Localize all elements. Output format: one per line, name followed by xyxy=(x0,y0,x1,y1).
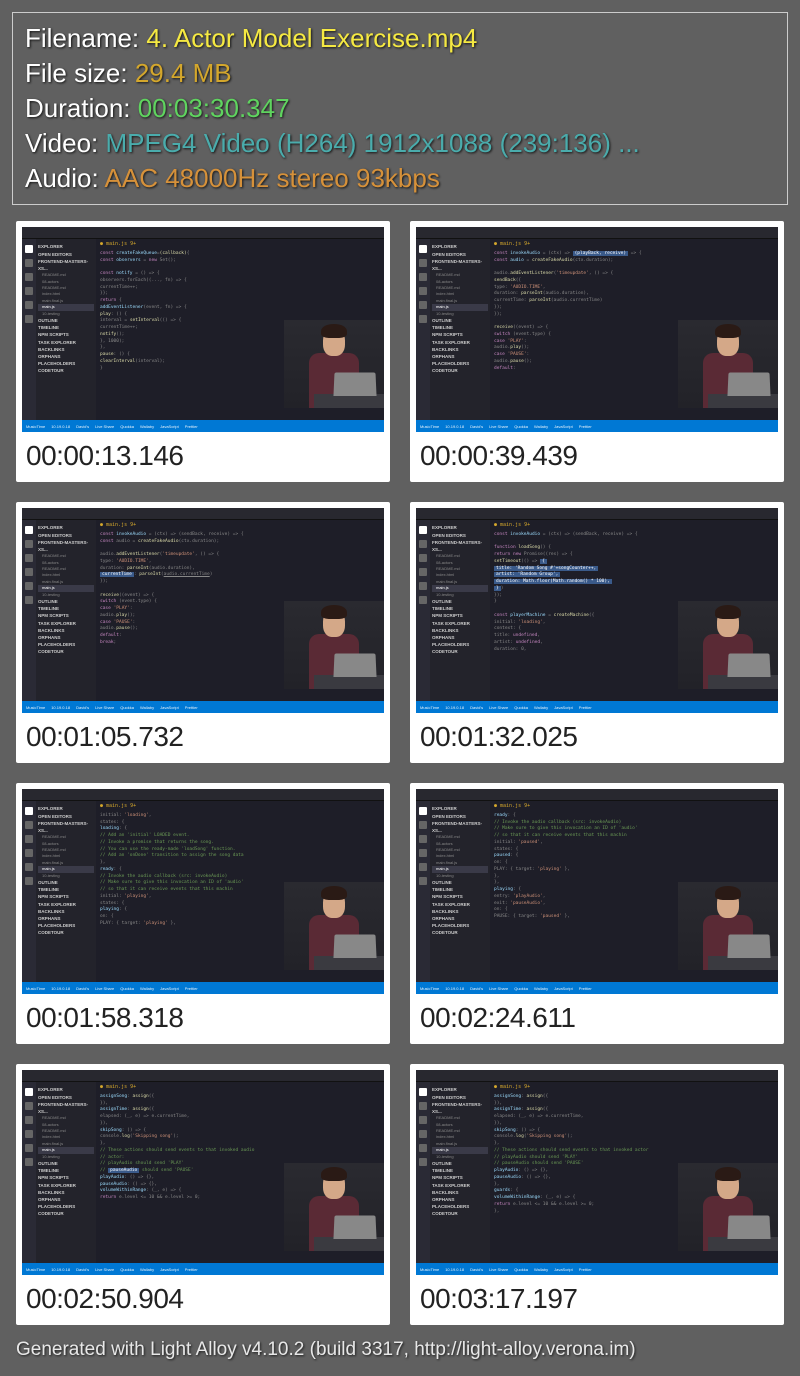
filesize-row: File size: 29.4 MB xyxy=(25,56,775,91)
video-value: MPEG4 Video (H264) 1912x1088 (239:136) .… xyxy=(105,128,639,158)
thumbnail-timestamp: 00:02:50.904 xyxy=(22,1275,384,1319)
thumbnail-card[interactable]: EXPLORER OPEN EDITORS FRONTEND-MASTERS-X… xyxy=(16,1064,390,1325)
thumbnail-timestamp: 00:01:05.732 xyxy=(22,713,384,757)
thumbnail-timestamp: 00:00:39.439 xyxy=(416,432,778,476)
thumbnail-image: EXPLORER OPEN EDITORS FRONTEND-MASTERS-X… xyxy=(416,508,778,713)
thumbnail-card[interactable]: EXPLORER OPEN EDITORS FRONTEND-MASTERS-X… xyxy=(410,1064,784,1325)
thumbnail-timestamp: 00:01:58.318 xyxy=(22,994,384,1038)
thumbnail-image: EXPLORER OPEN EDITORS FRONTEND-MASTERS-X… xyxy=(22,789,384,994)
thumbnail-timestamp: 00:03:17.197 xyxy=(416,1275,778,1319)
thumbnail-card[interactable]: EXPLORER OPEN EDITORS FRONTEND-MASTERS-X… xyxy=(410,502,784,763)
filename-label: Filename: xyxy=(25,23,146,53)
thumbnail-card[interactable]: EXPLORER OPEN EDITORS FRONTEND-MASTERS-X… xyxy=(16,783,390,1044)
thumbnail-timestamp: 00:01:32.025 xyxy=(416,713,778,757)
thumbnail-card[interactable]: EXPLORER OPEN EDITORS FRONTEND-MASTERS-X… xyxy=(16,502,390,763)
filesize-value: 29.4 MB xyxy=(135,58,232,88)
thumbnail-image: EXPLORER OPEN EDITORS FRONTEND-MASTERS-X… xyxy=(416,1070,778,1275)
thumbnail-card[interactable]: EXPLORER OPEN EDITORS FRONTEND-MASTERS-X… xyxy=(410,221,784,482)
thumbnail-image: EXPLORER OPEN EDITORS FRONTEND-MASTERS-X… xyxy=(22,508,384,713)
thumbnail-timestamp: 00:02:24.611 xyxy=(416,994,778,1038)
duration-label: Duration: xyxy=(25,93,138,123)
audio-row: Audio: AAC 48000Hz stereo 93kbps xyxy=(25,161,775,196)
thumbnail-timestamp: 00:00:13.146 xyxy=(22,432,384,476)
thumbnail-image: EXPLORER OPEN EDITORS FRONTEND-MASTERS-X… xyxy=(416,789,778,994)
video-row: Video: MPEG4 Video (H264) 1912x1088 (239… xyxy=(25,126,775,161)
thumbnails-grid: EXPLORER OPEN EDITORS FRONTEND-MASTERS-X… xyxy=(12,221,788,1325)
duration-row: Duration: 00:03:30.347 xyxy=(25,91,775,126)
thumbnail-card[interactable]: EXPLORER OPEN EDITORS FRONTEND-MASTERS-X… xyxy=(16,221,390,482)
duration-value: 00:03:30.347 xyxy=(138,93,290,123)
thumbnail-image: EXPLORER OPEN EDITORS FRONTEND-MASTERS-X… xyxy=(22,1070,384,1275)
thumbnail-image: EXPLORER OPEN EDITORS FRONTEND-MASTERS-X… xyxy=(416,227,778,432)
thumbnail-image: EXPLORER OPEN EDITORS FRONTEND-MASTERS-X… xyxy=(22,227,384,432)
audio-label: Audio: xyxy=(25,163,105,193)
filename-value: 4. Actor Model Exercise.mp4 xyxy=(146,23,477,53)
filename-row: Filename: 4. Actor Model Exercise.mp4 xyxy=(25,21,775,56)
footer-text: Generated with Light Alloy v4.10.2 (buil… xyxy=(12,1339,788,1361)
audio-value: AAC 48000Hz stereo 93kbps xyxy=(105,163,440,193)
file-info-panel: Filename: 4. Actor Model Exercise.mp4 Fi… xyxy=(12,12,788,205)
thumbnail-card[interactable]: EXPLORER OPEN EDITORS FRONTEND-MASTERS-X… xyxy=(410,783,784,1044)
video-label: Video: xyxy=(25,128,105,158)
filesize-label: File size: xyxy=(25,58,135,88)
